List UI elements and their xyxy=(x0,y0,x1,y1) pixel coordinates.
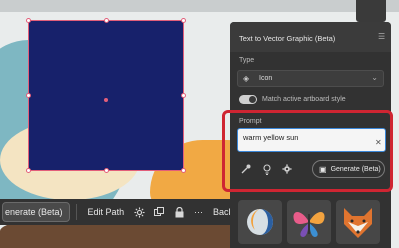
resize-handle-middle-right[interactable] xyxy=(181,93,186,98)
panel-header: Text to Vector Graphic (Beta) ☰ xyxy=(230,22,391,52)
type-dropdown[interactable]: ◈ Icon ⌄ xyxy=(237,70,384,87)
variation-thumbnail-3[interactable] xyxy=(336,200,380,244)
panel-title: Text to Vector Graphic (Beta) xyxy=(239,34,336,43)
sphere-variation-icon xyxy=(247,209,273,235)
chevron-down-icon: ⌄ xyxy=(371,73,378,82)
context-divider xyxy=(75,204,77,220)
match-style-toggle[interactable] xyxy=(239,95,257,104)
icon-type-icon: ◈ xyxy=(243,74,250,83)
panel-dock-tab[interactable] xyxy=(356,0,386,22)
type-label: Type xyxy=(239,57,255,64)
resize-handle-top-left[interactable] xyxy=(26,18,31,23)
resize-handle-top-right[interactable] xyxy=(181,18,186,23)
resize-handle-bottom-middle[interactable] xyxy=(104,168,109,173)
contextual-task-bar: enerate (Beta) Edit Path ··· Back xyxy=(0,199,238,225)
type-dropdown-value: Icon xyxy=(259,75,273,82)
butterfly-variation-icon xyxy=(293,212,325,237)
resize-handle-bottom-left[interactable] xyxy=(26,168,31,173)
canvas-top-strip xyxy=(0,0,399,12)
edit-path-button[interactable]: Edit Path xyxy=(88,207,125,217)
panel-menu-icon[interactable]: ☰ xyxy=(378,33,386,41)
variation-thumbnail-1[interactable] xyxy=(238,200,282,244)
duplicate-icon[interactable] xyxy=(152,205,166,219)
context-generate-label: enerate (Beta) xyxy=(5,207,63,217)
more-options-button[interactable]: ··· xyxy=(194,207,203,217)
settings-icon[interactable] xyxy=(132,205,146,219)
selected-rectangle[interactable] xyxy=(26,18,186,173)
resize-handle-middle-left[interactable] xyxy=(26,93,31,98)
selection-center-point xyxy=(104,98,108,102)
resize-handle-top-middle[interactable] xyxy=(104,18,109,23)
prompt-highlight-callout xyxy=(222,110,393,192)
fox-variation-icon xyxy=(344,208,372,238)
lock-icon[interactable] xyxy=(172,205,186,219)
match-style-label: Match active artboard style xyxy=(262,96,346,103)
resize-handle-bottom-right[interactable] xyxy=(181,168,186,173)
context-generate-button[interactable]: enerate (Beta) xyxy=(2,202,70,222)
variation-thumbnail-2[interactable] xyxy=(287,200,331,244)
